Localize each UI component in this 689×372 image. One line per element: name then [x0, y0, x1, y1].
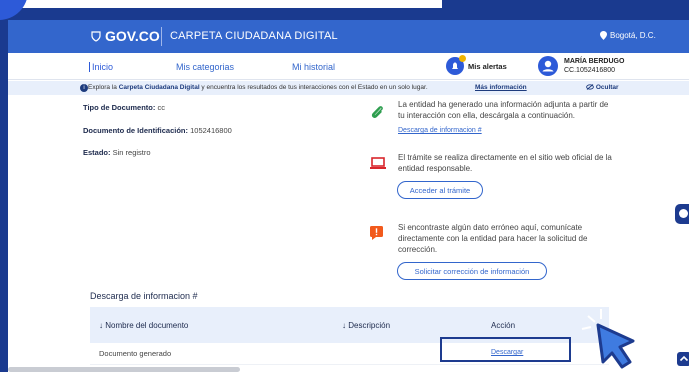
scroll-to-top-button[interactable]: [677, 352, 689, 366]
hide-banner-button[interactable]: Ocultar: [586, 84, 619, 91]
user-name: MARÍA BERDUGO: [564, 58, 625, 65]
more-info-link[interactable]: Más información: [475, 84, 527, 91]
column-header-action: Acción: [491, 321, 516, 330]
location-text: Bogotá, D.C.: [610, 31, 656, 40]
doc-id-row: Documento de Identificación: 1052416800: [83, 126, 232, 135]
doc-type-row: Tipo de Documento: cc: [83, 103, 165, 112]
main-nav: Inicio Mis categorias Mi historial Mis a…: [8, 53, 689, 80]
laptop-icon: [370, 157, 386, 169]
status-row: Estado: Sin registro: [83, 148, 151, 157]
nav-item-historial[interactable]: Mi historial: [292, 62, 335, 72]
document-name: Documento generado: [99, 349, 172, 358]
info-icon: i: [80, 84, 88, 92]
alerts-label: Mis alertas: [468, 61, 507, 71]
horizontal-scrollbar[interactable]: [8, 367, 240, 372]
chevron-up-icon: [679, 355, 689, 362]
error-report-text: Si encontraste algún dato erróneo aquí, …: [398, 223, 588, 254]
info-circle-icon: [679, 209, 688, 218]
online-text: El trámite se realiza directamente en el…: [398, 153, 612, 173]
alerts-button[interactable]: Mis alertas: [446, 55, 507, 75]
doc-id-value: 1052416800: [190, 126, 232, 135]
status-value: Sin registro: [112, 148, 151, 157]
gov-header: GOV.CO CARPETA CIUDADANA DIGITAL Bogotá,…: [8, 20, 689, 53]
column-header-name[interactable]: ↓ Nombre del documento: [99, 321, 188, 330]
header-divider: [161, 27, 162, 46]
user-menu[interactable]: MARÍA BERDUGO CC.1052416800: [538, 56, 624, 76]
doc-id-label: Documento de Identificación:: [83, 126, 189, 135]
frame-left: [0, 0, 8, 372]
attachment-text: La entidad ha generado una información a…: [398, 100, 609, 120]
info-banner: i Explora la Carpeta Ciudadana Digital y…: [8, 81, 689, 95]
download-highlight: [440, 337, 571, 362]
frame-top-strip: [22, 0, 442, 8]
eye-off-icon: [586, 84, 594, 91]
accessibility-widget[interactable]: [675, 204, 689, 224]
location-pin-icon: [600, 31, 607, 40]
location-indicator[interactable]: Bogotá, D.C.: [600, 31, 656, 40]
downloads-title: Descarga de informacion #: [90, 291, 198, 301]
shield-icon: [91, 30, 101, 42]
doc-type-value: cc: [157, 103, 165, 112]
status-label: Estado:: [83, 148, 111, 157]
pointer-cursor-icon: [581, 309, 635, 369]
request-correction-button[interactable]: Solicitar corrección de información: [397, 262, 547, 280]
gov-logo[interactable]: GOV.CO: [91, 28, 160, 44]
access-procedure-button[interactable]: Acceder al trámite: [397, 181, 483, 199]
banner-text: Explora la Carpeta Ciudadana Digital y e…: [88, 84, 428, 91]
site-title: CARPETA CIUDADANA DIGITAL: [170, 30, 338, 42]
doc-type-label: Tipo de Documento:: [83, 103, 156, 112]
user-id: CC.1052416800: [564, 67, 615, 74]
user-avatar-icon: [538, 56, 558, 76]
alert-badge: [459, 55, 466, 62]
paperclip-icon: [371, 106, 383, 118]
bell-icon: [446, 55, 466, 75]
column-header-description[interactable]: ↓ Descripción: [342, 321, 390, 330]
alert-icon: [370, 226, 383, 240]
attachment-download-link[interactable]: Descarga de informacion #: [398, 127, 482, 134]
nav-item-inicio[interactable]: Inicio: [89, 62, 113, 72]
nav-item-categorias[interactable]: Mis categorias: [176, 62, 234, 72]
gov-logo-text: GOV.CO: [105, 28, 160, 44]
